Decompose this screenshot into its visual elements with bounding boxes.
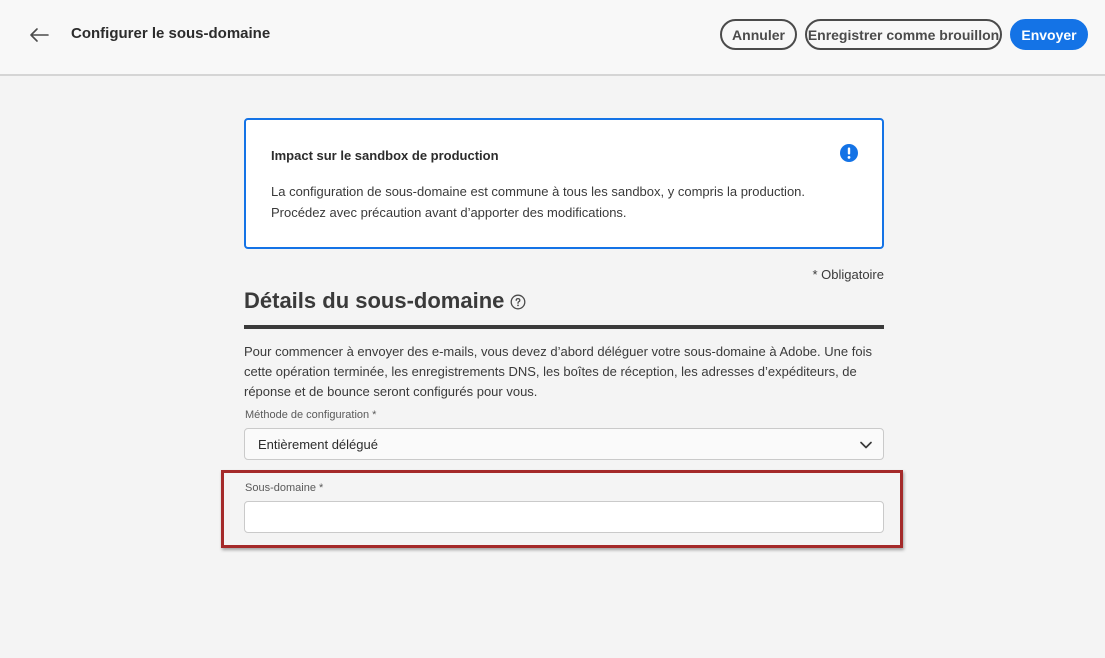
back-button[interactable]	[24, 22, 54, 48]
section-description: Pour commencer à envoyer des e-mails, vo…	[244, 344, 872, 399]
required-marker: *	[372, 409, 377, 421]
production-impact-alert: Impact sur le sandbox de production La c…	[244, 118, 884, 249]
section-title: Détails du sous-domaine	[244, 288, 505, 313]
chevron-down-icon	[860, 441, 872, 449]
method-select[interactable]: Entièrement délégué	[244, 428, 884, 460]
method-label-text: Méthode de configuration	[245, 409, 370, 421]
section-divider	[244, 325, 884, 329]
alert-body: La configuration de sous-domaine est com…	[271, 184, 806, 220]
help-icon[interactable]	[510, 294, 526, 310]
subdomain-label-text: Sous-domaine	[245, 482, 316, 494]
top-bar: Configurer le sous-domaine Annuler Enreg…	[0, 0, 1105, 76]
arrow-left-icon	[30, 28, 49, 42]
subdomain-label: Sous-domaine *	[245, 482, 323, 494]
alert-icon	[840, 144, 858, 162]
required-note: * Obligatoire	[812, 267, 884, 282]
page-title: Configurer le sous-domaine	[71, 25, 271, 42]
send-button[interactable]: Envoyer	[1010, 19, 1088, 50]
method-select-value: Entièrement délégué	[258, 437, 378, 452]
alert-title: Impact sur le sandbox de production	[271, 148, 499, 163]
method-label: Méthode de configuration *	[245, 409, 376, 421]
cancel-button[interactable]: Annuler	[720, 19, 797, 50]
required-marker: *	[318, 482, 324, 494]
subdomain-input[interactable]	[244, 501, 884, 533]
save-draft-button[interactable]: Enregistrer comme brouillon	[805, 19, 1002, 50]
